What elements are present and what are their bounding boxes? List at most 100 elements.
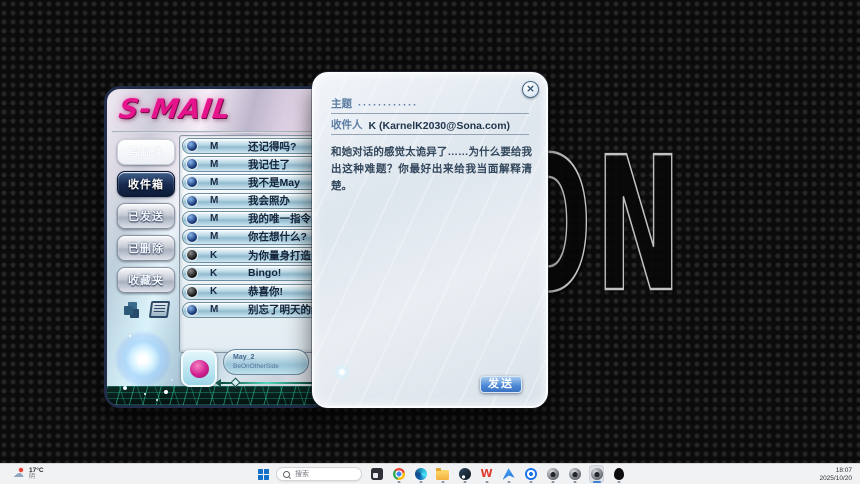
subject-value: ············ bbox=[358, 99, 418, 111]
mail-list-item[interactable]: M 我记住了 bbox=[182, 156, 324, 172]
mail-list-item[interactable]: K 恭喜你! bbox=[182, 284, 324, 300]
app-glyph bbox=[569, 468, 581, 480]
mail-list-item[interactable]: K Bingo! bbox=[182, 265, 324, 281]
notepad-icon[interactable] bbox=[148, 301, 169, 318]
explorer-icon[interactable] bbox=[435, 465, 450, 483]
sender-initial: M bbox=[210, 213, 224, 224]
clock-time: 18:07 bbox=[819, 467, 852, 475]
close-icon[interactable]: × bbox=[522, 81, 539, 98]
bird-icon[interactable] bbox=[501, 465, 516, 483]
header-divider bbox=[112, 131, 320, 133]
black-blob-icon[interactable] bbox=[611, 465, 626, 483]
sidebar-item-label: 收件箱 bbox=[128, 176, 164, 192]
sidebar-item-label: 已删除 bbox=[128, 240, 164, 256]
edge-icon[interactable] bbox=[413, 465, 428, 483]
game2-icon[interactable] bbox=[567, 465, 582, 483]
weather-widget[interactable]: ☁ 17°C 阴 bbox=[13, 465, 44, 483]
sender-avatar-icon bbox=[186, 195, 198, 207]
mail-list-item[interactable]: M 我的唯一指令 bbox=[182, 211, 324, 227]
mail-list-item[interactable]: M 别忘了明天的约会 bbox=[182, 302, 324, 318]
mail-footer: May_2 BeOnOtherSide bbox=[107, 345, 325, 405]
mail-list-item[interactable]: K 为你量身打造 bbox=[182, 247, 324, 263]
mail-subject: 我的唯一指令 bbox=[248, 211, 311, 226]
app-glyph bbox=[525, 468, 537, 480]
sidebar-item-compose[interactable]: 写邮件 bbox=[117, 139, 175, 165]
subject-label: 主题 bbox=[331, 96, 352, 111]
search-icon bbox=[283, 471, 290, 478]
running-indicator bbox=[593, 481, 601, 483]
sender-initial: M bbox=[210, 141, 224, 152]
running-indicator bbox=[551, 481, 554, 483]
sender-initial: M bbox=[210, 177, 224, 188]
mail-subject: 你在想什么? bbox=[248, 229, 307, 244]
sender-avatar-icon bbox=[186, 176, 198, 188]
profile-avatar[interactable] bbox=[181, 350, 217, 387]
app-glyph bbox=[415, 468, 427, 480]
search-placeholder: 搜索 bbox=[295, 469, 309, 479]
taskview-icon[interactable] bbox=[369, 465, 384, 483]
sender-avatar-icon bbox=[186, 158, 198, 170]
app-glyph bbox=[614, 468, 624, 480]
sender-avatar-icon bbox=[186, 213, 198, 225]
sender-avatar-icon bbox=[186, 267, 198, 279]
sidebar-item-sent[interactable]: 已发送 bbox=[117, 203, 175, 229]
running-indicator bbox=[507, 481, 510, 483]
clock[interactable]: 18:07 2025/10/20 bbox=[819, 467, 852, 484]
mail-subject: Bingo! bbox=[248, 267, 281, 279]
game3-icon[interactable] bbox=[589, 465, 604, 483]
start-button-icon[interactable] bbox=[258, 469, 269, 480]
chrome-icon[interactable] bbox=[391, 465, 406, 483]
wps-icon[interactable] bbox=[479, 465, 494, 483]
running-indicator bbox=[529, 481, 532, 483]
taskbar: ☁ 17°C 阴 搜索 bbox=[0, 463, 860, 484]
mail-subject: 我不是May bbox=[248, 175, 300, 190]
mail-list-item[interactable]: M 我会照办 bbox=[182, 193, 324, 209]
blocks-icon[interactable] bbox=[124, 302, 142, 318]
steam-icon[interactable] bbox=[457, 465, 472, 483]
pet-creature-icon bbox=[190, 360, 209, 378]
sidebar-item-favorites[interactable]: 收藏夹 bbox=[117, 267, 175, 293]
mail-app-window: S-MAIL 写邮件 收件箱 已发送 已删除 收藏夹 M 还记得吗? bbox=[104, 86, 328, 408]
mail-list-item[interactable]: M 你在想什么? bbox=[182, 229, 324, 245]
donut-icon[interactable] bbox=[523, 465, 538, 483]
sender-initial: M bbox=[210, 159, 224, 170]
weather-cloud-icon: ☁ bbox=[13, 468, 26, 481]
weather-alert-badge bbox=[18, 467, 24, 473]
sidebar-item-inbox[interactable]: 收件箱 bbox=[117, 171, 175, 197]
subject-row[interactable]: 主题 ············ bbox=[331, 96, 529, 114]
compose-window: × 主题 ············ 收件人 K (KarnelK2030@Son… bbox=[312, 72, 548, 408]
app-glyph bbox=[503, 468, 515, 480]
sender-avatar-icon bbox=[186, 140, 198, 152]
sidebar-item-deleted[interactable]: 已删除 bbox=[117, 235, 175, 261]
sidebar-item-label: 收藏夹 bbox=[128, 272, 164, 288]
sender-initial: K bbox=[210, 268, 224, 279]
sender-avatar-icon bbox=[186, 286, 198, 298]
mail-subject: 恭喜你! bbox=[248, 284, 283, 299]
send-button[interactable]: 发送 bbox=[480, 376, 522, 393]
mail-list-item[interactable]: M 还记得吗? bbox=[182, 138, 324, 154]
sender-initial: K bbox=[210, 250, 224, 261]
sender-avatar-icon bbox=[186, 231, 198, 243]
recipient-row[interactable]: 收件人 K (KarnelK2030@Sona.com) bbox=[331, 117, 529, 135]
sender-initial: M bbox=[210, 304, 224, 315]
message-body[interactable]: 和她对话的感觉太诡异了……为什么要给我出这种难题？你最好出来给我当面解释清楚。 bbox=[331, 144, 532, 194]
running-indicator bbox=[419, 481, 422, 483]
taskbar-center: 搜索 bbox=[258, 464, 626, 484]
profile-pill[interactable]: May_2 BeOnOtherSide bbox=[223, 349, 309, 375]
weather-text: 17°C 阴 bbox=[29, 467, 44, 481]
running-indicator bbox=[573, 481, 576, 483]
sender-initial: M bbox=[210, 195, 224, 206]
game1-icon[interactable] bbox=[545, 465, 560, 483]
app-glyph bbox=[393, 468, 405, 480]
running-indicator bbox=[485, 481, 488, 483]
sparkle-decoration bbox=[334, 364, 350, 380]
slider-thumb[interactable] bbox=[231, 378, 241, 388]
weather-condition: 阴 bbox=[29, 474, 44, 481]
running-indicator bbox=[441, 481, 444, 483]
profile-slider[interactable] bbox=[215, 378, 319, 387]
mail-list-item[interactable]: M 我不是May bbox=[182, 174, 324, 190]
recipient-label: 收件人 bbox=[331, 117, 363, 132]
running-indicator bbox=[463, 481, 466, 483]
sidebar-tools bbox=[114, 301, 178, 318]
search-input[interactable]: 搜索 bbox=[276, 467, 362, 481]
